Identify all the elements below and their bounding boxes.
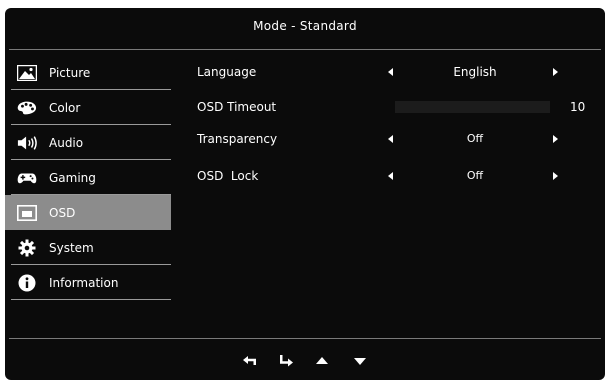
sidebar-item-label: Gaming: [49, 170, 96, 185]
arrow-left-icon[interactable]: [388, 172, 393, 180]
gear-icon: [17, 239, 37, 257]
language-row[interactable]: Language English: [195, 62, 595, 82]
transparency-label: Transparency: [197, 132, 278, 146]
osd-menu: Mode - Standard Picture Color Audio Gami…: [5, 8, 605, 380]
language-value: English: [453, 65, 497, 79]
info-icon: [17, 274, 37, 292]
sidebar-item-picture[interactable]: Picture: [5, 55, 171, 90]
arrow-right-icon[interactable]: [553, 172, 558, 180]
gamepad-icon: [17, 169, 37, 187]
palette-icon: [17, 99, 37, 117]
language-label: Language: [197, 65, 257, 79]
sidebar-item-label: Color: [49, 100, 81, 115]
transparency-row[interactable]: Transparency Off: [195, 129, 595, 149]
osd-timeout-label: OSD Timeout: [197, 100, 277, 114]
sidebar-item-color[interactable]: Color: [5, 90, 171, 125]
sidebar-item-information[interactable]: Information: [5, 265, 171, 300]
osd-timeout-slider[interactable]: [395, 101, 550, 113]
sidebar-item-system[interactable]: System: [5, 230, 171, 265]
sidebar-item-label: Information: [49, 275, 119, 290]
up-icon[interactable]: [313, 352, 331, 370]
arrow-right-icon[interactable]: [553, 68, 558, 76]
sidebar-item-gaming[interactable]: Gaming: [5, 160, 171, 195]
osd-timeout-value: 10: [570, 100, 586, 114]
transparency-value: Off: [466, 132, 484, 145]
sidebar-item-audio[interactable]: Audio: [5, 125, 171, 160]
arrow-right-icon[interactable]: [553, 135, 558, 143]
osd-lock-label: OSD Lock: [197, 169, 259, 183]
osd-lock-value: Off: [466, 169, 484, 182]
sidebar-item-label: Audio: [49, 135, 84, 150]
nav-bar: [5, 348, 605, 374]
title-divider: [9, 49, 601, 50]
sidebar: Picture Color Audio Gaming OSD System In…: [5, 55, 171, 300]
bottom-divider: [9, 338, 601, 339]
down-icon[interactable]: [351, 352, 369, 370]
arrow-left-icon[interactable]: [388, 135, 393, 143]
sidebar-item-label: OSD: [49, 205, 76, 220]
divider: [11, 299, 171, 300]
osd-timeout-row[interactable]: OSD Timeout 10: [195, 97, 595, 117]
osd-lock-row[interactable]: OSD Lock Off: [195, 166, 595, 186]
menu-title: Mode - Standard: [253, 19, 357, 33]
enter-icon[interactable]: [277, 352, 295, 370]
osd-icon: [17, 204, 37, 222]
picture-icon: [17, 64, 37, 82]
speaker-icon: [17, 134, 37, 152]
arrow-left-icon[interactable]: [388, 68, 393, 76]
sidebar-item-osd[interactable]: OSD: [5, 195, 171, 230]
back-icon[interactable]: [241, 352, 259, 370]
sidebar-item-label: System: [49, 240, 94, 255]
sidebar-item-label: Picture: [49, 65, 91, 80]
